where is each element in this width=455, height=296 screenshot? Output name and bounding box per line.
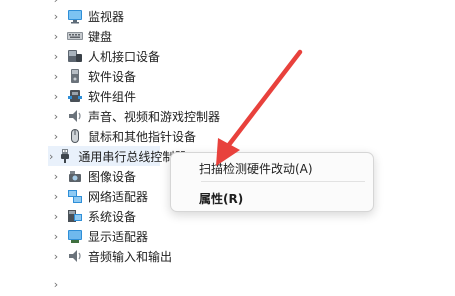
- chevron-right-icon[interactable]: ›: [49, 146, 53, 166]
- camera-icon: [66, 167, 84, 185]
- tree-item-keyboards[interactable]: › 键盘: [48, 26, 288, 46]
- tree-item-label: 声音、视频和游戏控制器: [88, 109, 221, 124]
- tree-item-hid[interactable]: › 人机接口设备: [48, 46, 288, 66]
- chevron-right-icon[interactable]: ›: [49, 46, 63, 66]
- chevron-right-icon[interactable]: ›: [49, 106, 63, 126]
- tree-item-label: 系统设备: [88, 209, 137, 224]
- tree-item-label: 监视器: [88, 9, 125, 24]
- tree-item-label: 显示适配器: [88, 229, 149, 244]
- speaker-icon: [66, 107, 84, 125]
- network-adapter-icon: [66, 187, 84, 205]
- tree-item-label: 音频输入和输出: [88, 249, 173, 264]
- tree-item-partial-bottom[interactable]: ›: [48, 274, 288, 294]
- chevron-right-icon[interactable]: ›: [49, 226, 63, 246]
- chevron-right-icon[interactable]: ›: [49, 6, 63, 26]
- tree-item-sound[interactable]: › 声音、视频和游戏控制器: [48, 106, 288, 126]
- display-adapter-icon: [66, 227, 84, 245]
- tree-item-label: 图像设备: [88, 169, 137, 184]
- tree-item-display-adapters[interactable]: › 显示适配器: [48, 226, 288, 246]
- tree-item-monitors[interactable]: › 监视器: [48, 6, 288, 26]
- chevron-right-icon[interactable]: ›: [49, 26, 63, 46]
- audio-io-icon: [66, 247, 84, 265]
- keyboard-icon: [66, 27, 84, 45]
- tree-item-software-components[interactable]: › 软件组件: [48, 86, 288, 106]
- chevron-right-icon[interactable]: ›: [49, 126, 63, 146]
- tree-item-software-devices[interactable]: › 软件设备: [48, 66, 288, 86]
- properties-menu-item[interactable]: 属性(R): [199, 190, 243, 207]
- tree-item-label: 键盘: [88, 29, 113, 44]
- chevron-right-icon[interactable]: ›: [49, 86, 63, 106]
- usb-icon: [56, 147, 74, 165]
- tree-item-mice[interactable]: › 鼠标和其他指针设备: [48, 126, 288, 146]
- hid-icon: [66, 47, 84, 65]
- mouse-icon: [66, 127, 84, 145]
- chevron-right-icon[interactable]: ›: [49, 186, 63, 206]
- tree-item-label: 软件设备: [88, 69, 137, 84]
- context-menu: 扫描检测硬件改动(A) 属性(R): [170, 152, 374, 212]
- system-device-icon: [66, 207, 84, 225]
- monitor-icon: [66, 7, 84, 25]
- chevron-right-icon[interactable]: ›: [49, 66, 63, 86]
- menu-separator: [201, 181, 365, 182]
- tree-item-label: 软件组件: [88, 89, 137, 104]
- software-device-icon: [66, 67, 84, 85]
- chevron-right-icon[interactable]: ›: [49, 246, 63, 266]
- chevron-right-icon[interactable]: ›: [49, 206, 63, 226]
- tree-item-usb-controllers[interactable]: › 通用串行总线控制器: [48, 146, 186, 166]
- tree-item-label: 鼠标和其他指针设备: [88, 129, 197, 144]
- tree-item-audio-io[interactable]: › 音频输入和输出: [48, 246, 288, 266]
- chevron-right-icon[interactable]: ›: [49, 274, 63, 294]
- tree-item-label: 人机接口设备: [88, 49, 161, 64]
- tree-item-label: 网络适配器: [88, 189, 149, 204]
- device-tree: › › 监视器 › 键盘 › 人机接口设备 › 软件设备 › 软件组件: [0, 0, 455, 296]
- chevron-right-icon[interactable]: ›: [49, 166, 63, 186]
- software-component-icon: [66, 87, 84, 105]
- scan-hardware-changes-menu-item[interactable]: 扫描检测硬件改动(A): [199, 160, 313, 177]
